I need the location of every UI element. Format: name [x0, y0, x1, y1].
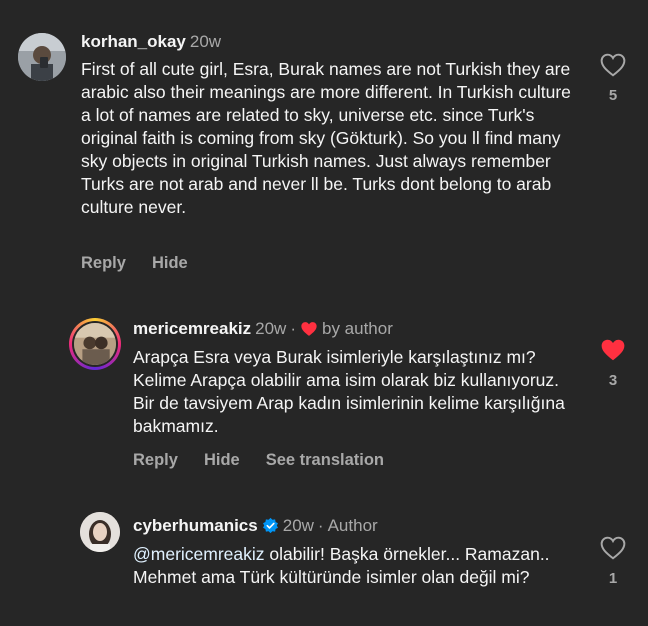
username[interactable]: cyberhumanics — [133, 516, 258, 535]
author-liked-heart-icon — [301, 322, 317, 336]
separator: · — [317, 516, 324, 535]
like-control: 1 — [598, 536, 628, 587]
comment-header: korhan_okay 20w — [81, 32, 221, 52]
timestamp: 20w — [282, 516, 314, 535]
comment-text: First of all cute girl, Esra, Burak name… — [81, 59, 571, 217]
heart-outline-icon[interactable] — [600, 53, 626, 77]
avatar-image — [74, 323, 116, 365]
timestamp: 20w — [255, 319, 287, 338]
comment-actions: Reply Hide — [81, 254, 214, 273]
hide-button[interactable]: Hide — [204, 451, 240, 469]
avatar-photo — [74, 323, 116, 365]
like-control: 3 — [598, 338, 628, 389]
avatar-photo — [18, 33, 66, 81]
heart-filled-icon[interactable] — [600, 338, 626, 362]
like-count: 3 — [608, 372, 618, 389]
comment-header: mericemreakiz 20w · by author — [133, 319, 393, 339]
see-translation-button[interactable]: See translation — [266, 451, 384, 469]
avatar-ring-inner — [72, 321, 118, 367]
like-count: 1 — [608, 570, 618, 587]
like-control: 5 — [598, 53, 628, 104]
timestamp: 20w — [189, 32, 222, 51]
reply-button[interactable]: Reply — [81, 254, 126, 272]
username[interactable]: korhan_okay — [81, 32, 186, 51]
separator: · — [290, 319, 296, 338]
comment-text: @mericemreakiz olabilir! Başka örnekler.… — [133, 543, 583, 589]
mention-link[interactable]: @mericemreakiz — [133, 544, 265, 564]
author-label: Author — [327, 516, 378, 535]
avatar[interactable] — [69, 318, 121, 370]
reply-button[interactable]: Reply — [133, 451, 178, 469]
by-author-label: by author — [322, 319, 393, 338]
comment-header: cyberhumanics 20w · Author — [133, 516, 378, 536]
hide-button[interactable]: Hide — [152, 254, 188, 272]
heart-outline-icon[interactable] — [600, 536, 626, 560]
avatar[interactable] — [18, 33, 66, 81]
comment-text: Arapça Esra veya Burak isimleriyle karşı… — [133, 347, 565, 436]
verified-badge-icon — [262, 517, 278, 534]
like-count: 5 — [608, 87, 618, 104]
avatar[interactable] — [80, 512, 120, 552]
username[interactable]: mericemreakiz — [133, 319, 251, 338]
comment-actions: Reply Hide See translation — [133, 451, 410, 470]
avatar-photo — [80, 512, 120, 552]
